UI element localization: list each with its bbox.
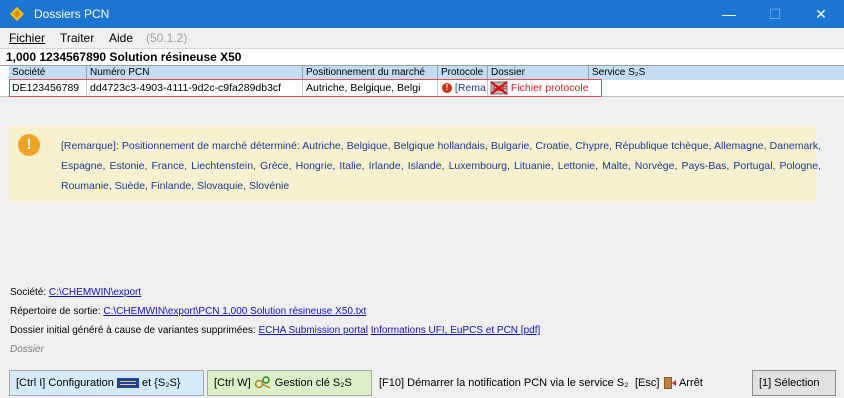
col-service[interactable]: Service S₂S: [589, 66, 844, 80]
col-protocole[interactable]: Protocole: [438, 66, 488, 80]
product-header: 1,000 1234567890 Solution résineuse X50: [0, 49, 844, 65]
esc-shortcut: [Esc]: [635, 377, 660, 389]
remark-text: [Remarque]: Positionnement de marché dét…: [61, 140, 821, 192]
key-management-button[interactable]: [Ctrl W] Gestion clé S₂S: [207, 370, 372, 396]
key-management-label: Gestion clé S₂S: [274, 377, 352, 389]
table-row[interactable]: DE123456789 dd4723c3-4903-4111-9d2c-c9fa…: [0, 80, 844, 97]
col-societe[interactable]: Société: [9, 66, 87, 80]
cell-service[interactable]: [602, 80, 844, 96]
menu-aide[interactable]: Aide: [109, 31, 133, 45]
exit-door-icon: [663, 377, 676, 390]
configuration-suffix: et {S₂S}: [141, 377, 181, 389]
table-header: Société Numéro PCN Positionnement du mar…: [0, 65, 844, 81]
app-diamond-icon: [10, 7, 24, 21]
start-notification-button[interactable]: [F10] Démarrer la notification PCN via l…: [372, 370, 636, 396]
warning-icon: !: [18, 134, 40, 156]
cell-protocole[interactable]: ! [Rema: [438, 80, 488, 96]
configuration-button[interactable]: [Ctrl I] Configuration et {S₂S}: [9, 370, 204, 396]
protocole-text: [Rema: [454, 82, 486, 94]
dossier-text: Fichier protocole: [510, 82, 589, 94]
cell-dossier[interactable]: PDF Fichier protocole: [488, 80, 602, 96]
ufi-info-link[interactable]: Informations UFI, EuPCS et PCN [pdf]: [371, 325, 541, 336]
echa-portal-link[interactable]: ECHA Submission portal: [258, 325, 368, 336]
menu-fichier[interactable]: Fichier: [9, 31, 45, 45]
cell-societe[interactable]: DE123456789: [9, 80, 87, 96]
title-bar: Dossiers PCN — ☐ ✕: [0, 0, 844, 28]
societe-label: Société:: [10, 287, 47, 298]
col-dossier[interactable]: Dossier: [488, 66, 589, 80]
close-button[interactable]: ✕: [798, 0, 844, 28]
initial-dossier-line: Dossier initial généré à cause de varian…: [10, 325, 540, 336]
pdf-crossed-icon: PDF: [490, 81, 508, 96]
selection-button[interactable]: [1] Sélection: [752, 370, 836, 396]
dossier-label: Dossier: [10, 344, 44, 355]
minimize-button[interactable]: —: [706, 0, 752, 28]
key-shortcut: [Ctrl W]: [214, 377, 251, 389]
col-positionnement[interactable]: Positionnement du marché: [303, 66, 438, 80]
remark-panel: ! [Remarque]: Positionnement de marché d…: [9, 126, 821, 202]
output-path-link[interactable]: C:\CHEMWIN\export\PCN 1,000 Solution rés…: [103, 306, 366, 317]
configuration-label: [Ctrl I] Configuration: [16, 377, 114, 389]
societe-line: Société: C:\CHEMWIN\export: [10, 287, 141, 298]
cell-positionnement[interactable]: Autriche, Belgique, Belgi: [303, 80, 438, 96]
output-label: Répertoire de sortie:: [10, 306, 101, 317]
error-icon: !: [442, 83, 452, 94]
cell-numero-pcn[interactable]: dd4723c3-4903-4111-9d2c-c9fa289db3cf: [87, 80, 303, 96]
maximize-button[interactable]: ☐: [752, 0, 798, 28]
stop-label: Arrêt: [678, 377, 703, 389]
initial-label: Dossier initial généré à cause de varian…: [10, 325, 256, 336]
version-label: (50.1.2): [146, 31, 188, 45]
key-icon: [254, 376, 271, 389]
menu-bar: Fichier Traiter Aide (50.1.2): [0, 28, 844, 49]
col-numero-pcn[interactable]: Numéro PCN: [87, 66, 303, 80]
output-line: Répertoire de sortie: C:\CHEMWIN\export\…: [10, 306, 366, 317]
stop-button[interactable]: [Esc] Arrêt: [628, 370, 722, 396]
window-title: Dossiers PCN: [34, 7, 110, 21]
flag-icon: [116, 378, 139, 389]
menu-traiter[interactable]: Traiter: [60, 31, 94, 45]
societe-path-link[interactable]: C:\CHEMWIN\export: [49, 287, 141, 298]
